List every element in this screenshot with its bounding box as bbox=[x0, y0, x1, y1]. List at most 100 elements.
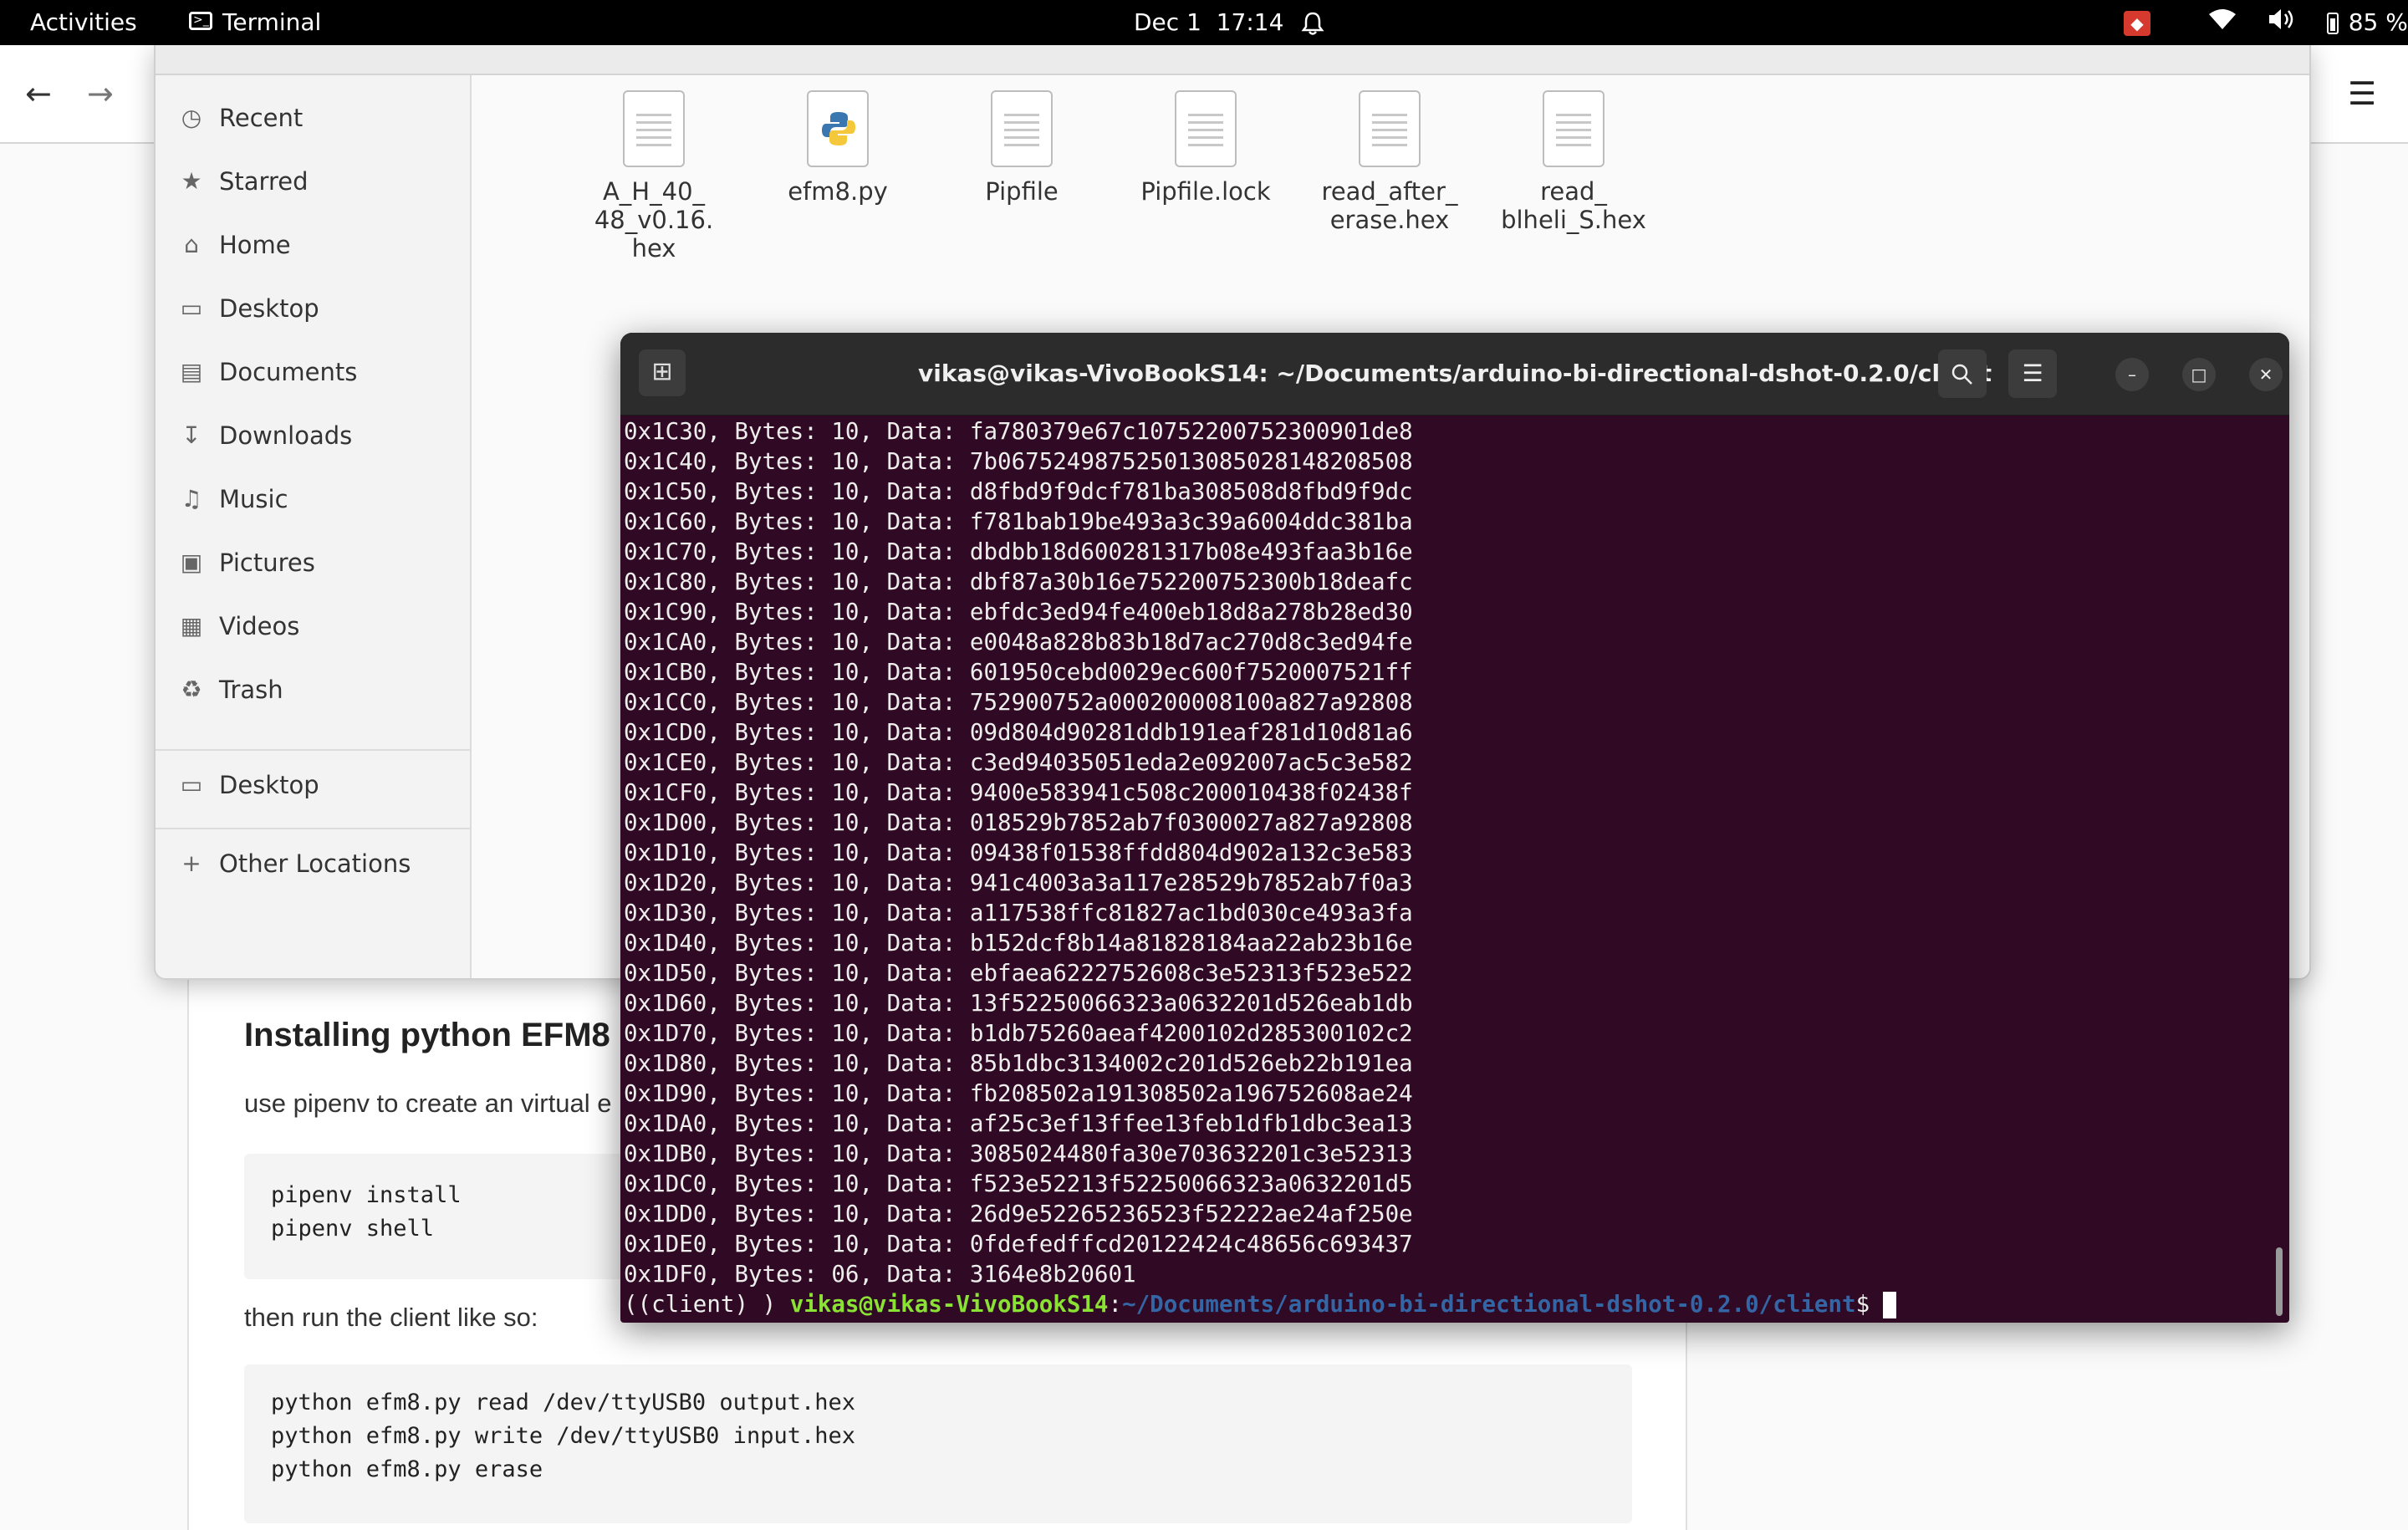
files-sidebar: ◷ Recent ★ Starred ⌂ Home ▭ Desktop ▤ Documen… bbox=[156, 75, 472, 978]
terminal-headerbar: vikas@vikas-VivoBookS14: ~/Documents/ard… bbox=[620, 333, 2289, 416]
output-line: 0x1D70, Bytes: 10, Data: b1db75260aeaf42… bbox=[624, 1020, 1413, 1047]
file-item[interactable]: efm8.py bbox=[754, 90, 921, 206]
file-name: Pipfile bbox=[985, 177, 1059, 206]
hamburger-menu-icon[interactable]: ☰ bbox=[2008, 349, 2057, 398]
code-line: python efm8.py write /dev/ttyUSB0 input.… bbox=[271, 1423, 855, 1449]
desktop-icon: ▭ bbox=[180, 294, 203, 322]
clock-button[interactable]: Dec 1 17:14 bbox=[1134, 0, 1283, 45]
file-item[interactable]: Pipfile bbox=[938, 90, 1105, 206]
sidebar-item-desktop[interactable]: ▭ Desktop bbox=[156, 281, 470, 336]
section-heading: Installing python EFM8 bbox=[244, 1017, 610, 1053]
forward-arrow-icon[interactable]: → bbox=[87, 45, 114, 142]
notification-bell-icon[interactable] bbox=[1301, 0, 1324, 45]
sidebar-divider bbox=[156, 828, 470, 829]
output-line: 0x1D20, Bytes: 10, Data: 941c4003a3a117e… bbox=[624, 870, 1413, 896]
star-icon: ★ bbox=[181, 167, 202, 195]
output-line: 0x1C80, Bytes: 10, Data: dbf87a30b16e752… bbox=[624, 569, 1413, 595]
python-file-icon bbox=[807, 90, 869, 167]
sidebar-item-documents[interactable]: ▤ Documents bbox=[156, 344, 470, 400]
code-line: pipenv install bbox=[271, 1182, 462, 1208]
output-line: 0x1CC0, Bytes: 10, Data: 752900752a00020… bbox=[624, 689, 1413, 716]
sidebar-item-label: Music bbox=[219, 485, 288, 513]
documents-icon: ▤ bbox=[180, 358, 203, 385]
sidebar-item-desktop-mount[interactable]: ▭ Desktop bbox=[156, 757, 470, 813]
sidebar-item-label: Videos bbox=[219, 612, 300, 640]
output-line: 0x1CA0, Bytes: 10, Data: e0048a828b83b18… bbox=[624, 629, 1413, 655]
output-line: 0x1D40, Bytes: 10, Data: b152dcf8b14a818… bbox=[624, 930, 1413, 956]
output-line: 0x1DD0, Bytes: 10, Data: 26d9e5226523652… bbox=[624, 1201, 1413, 1227]
sidebar-item-starred[interactable]: ★ Starred bbox=[156, 154, 470, 209]
sidebar-item-music[interactable]: ♫ Music bbox=[156, 472, 470, 527]
prompt-colon: : bbox=[1108, 1291, 1123, 1318]
plus-icon: + bbox=[181, 849, 202, 877]
output-line: 0x1CE0, Bytes: 10, Data: c3ed94035051eda… bbox=[624, 749, 1413, 776]
output-line: 0x1CB0, Bytes: 10, Data: 601950cebd0029e… bbox=[624, 659, 1413, 686]
system-tray[interactable]: ◆ 85 % bbox=[2124, 0, 2408, 45]
file-item[interactable]: read_after_ erase.hex bbox=[1306, 90, 1473, 234]
desktop-icon: ▭ bbox=[180, 771, 203, 798]
file-name: read_ blheli_S.hex bbox=[1501, 177, 1646, 234]
sidebar-item-label: Documents bbox=[219, 358, 358, 386]
sidebar-item-recent[interactable]: ◷ Recent bbox=[156, 90, 470, 145]
sidebar-item-label: Other Locations bbox=[219, 849, 411, 878]
terminal-output[interactable]: 0x1C30, Bytes: 10, Data: fa780379e67c107… bbox=[624, 416, 2263, 1319]
pictures-icon: ▣ bbox=[180, 548, 203, 576]
time-label: 17:14 bbox=[1216, 8, 1284, 36]
battery-percent: 85 % bbox=[2348, 8, 2408, 36]
sidebar-item-other-locations[interactable]: + Other Locations bbox=[156, 836, 470, 891]
terminal-window[interactable]: vikas@vikas-VivoBookS14: ~/Documents/ard… bbox=[620, 333, 2289, 1323]
file-name: Pipfile.lock bbox=[1140, 177, 1271, 206]
file-name: efm8.py bbox=[788, 177, 888, 206]
terminal-scrollbar[interactable] bbox=[2276, 1247, 2283, 1316]
text-cursor bbox=[1883, 1292, 1897, 1318]
search-icon[interactable] bbox=[1938, 349, 1987, 398]
text-file-icon bbox=[991, 90, 1053, 167]
terminal-icon: >_ bbox=[189, 12, 212, 30]
file-item[interactable]: A_H_40_ 48_v0.16. hex bbox=[570, 90, 737, 263]
output-line: 0x1D30, Bytes: 10, Data: a117538ffc81827… bbox=[624, 900, 1413, 926]
music-icon: ♫ bbox=[181, 485, 202, 513]
minimize-icon[interactable]: – bbox=[2115, 358, 2149, 391]
sidebar-item-label: Starred bbox=[219, 167, 309, 196]
sidebar-item-label: Home bbox=[219, 231, 291, 259]
app-menu-terminal[interactable]: >_ Terminal bbox=[189, 0, 321, 45]
battery-icon bbox=[2326, 13, 2339, 34]
prompt-path: ~/Documents/arduino-bi-directional-dshot… bbox=[1122, 1291, 1856, 1318]
prompt-dollar: $ bbox=[1855, 1291, 1870, 1318]
maximize-icon[interactable]: □ bbox=[2182, 358, 2216, 391]
sidebar-item-pictures[interactable]: ▣ Pictures bbox=[156, 535, 470, 590]
back-arrow-icon[interactable]: ← bbox=[25, 45, 52, 142]
files-headerbar bbox=[156, 45, 2309, 75]
prompt-line[interactable]: ((client) ) vikas@vikas-VivoBookS14:~/Do… bbox=[624, 1289, 2263, 1319]
output-line: 0x1CF0, Bytes: 10, Data: 9400e583941c508… bbox=[624, 779, 1413, 806]
sidebar-item-label: Downloads bbox=[219, 421, 353, 450]
close-icon[interactable]: ✕ bbox=[2249, 358, 2283, 391]
date-label: Dec 1 bbox=[1134, 8, 1201, 36]
output-line: 0x1C70, Bytes: 10, Data: dbdbb18d6002813… bbox=[624, 538, 1413, 565]
output-line: 0x1D10, Bytes: 10, Data: 09438f01538ffdd… bbox=[624, 839, 1413, 866]
activities-button[interactable]: Activities bbox=[30, 0, 137, 45]
sidebar-item-trash[interactable]: ♻ Trash bbox=[156, 662, 470, 717]
file-item[interactable]: Pipfile.lock bbox=[1122, 90, 1289, 206]
file-name: A_H_40_ 48_v0.16. hex bbox=[594, 177, 714, 263]
sidebar-item-label: Desktop bbox=[219, 771, 319, 799]
sidebar-item-videos[interactable]: ▦ Videos bbox=[156, 599, 470, 654]
output-line: 0x1DA0, Bytes: 10, Data: af25c3ef13ffee1… bbox=[624, 1110, 1413, 1137]
browser-menu-icon[interactable]: ☰ bbox=[2348, 45, 2376, 142]
sidebar-item-home[interactable]: ⌂ Home bbox=[156, 217, 470, 273]
new-tab-icon[interactable]: ⊞ bbox=[639, 349, 686, 396]
output-line: 0x1C60, Bytes: 10, Data: f781bab19be493a… bbox=[624, 508, 1413, 535]
sidebar-item-label: Pictures bbox=[219, 548, 315, 577]
output-line: 0x1CD0, Bytes: 10, Data: 09d804d90281ddb… bbox=[624, 719, 1413, 746]
sidebar-item-downloads[interactable]: ↧ Downloads bbox=[156, 408, 470, 463]
sidebar-item-label: Trash bbox=[219, 676, 283, 704]
output-line: 0x1DC0, Bytes: 10, Data: f523e52213f5225… bbox=[624, 1170, 1413, 1197]
text-file-icon bbox=[1359, 90, 1421, 167]
clock-icon: ◷ bbox=[181, 104, 202, 131]
text-file-icon bbox=[623, 90, 685, 167]
text-file-icon bbox=[1175, 90, 1237, 167]
wifi-icon bbox=[2208, 1, 2237, 46]
file-item[interactable]: read_ blheli_S.hex bbox=[1490, 90, 1657, 234]
app-indicator-icon[interactable]: ◆ bbox=[2124, 11, 2150, 36]
virtualenv-label: ((client) ) bbox=[624, 1291, 790, 1318]
